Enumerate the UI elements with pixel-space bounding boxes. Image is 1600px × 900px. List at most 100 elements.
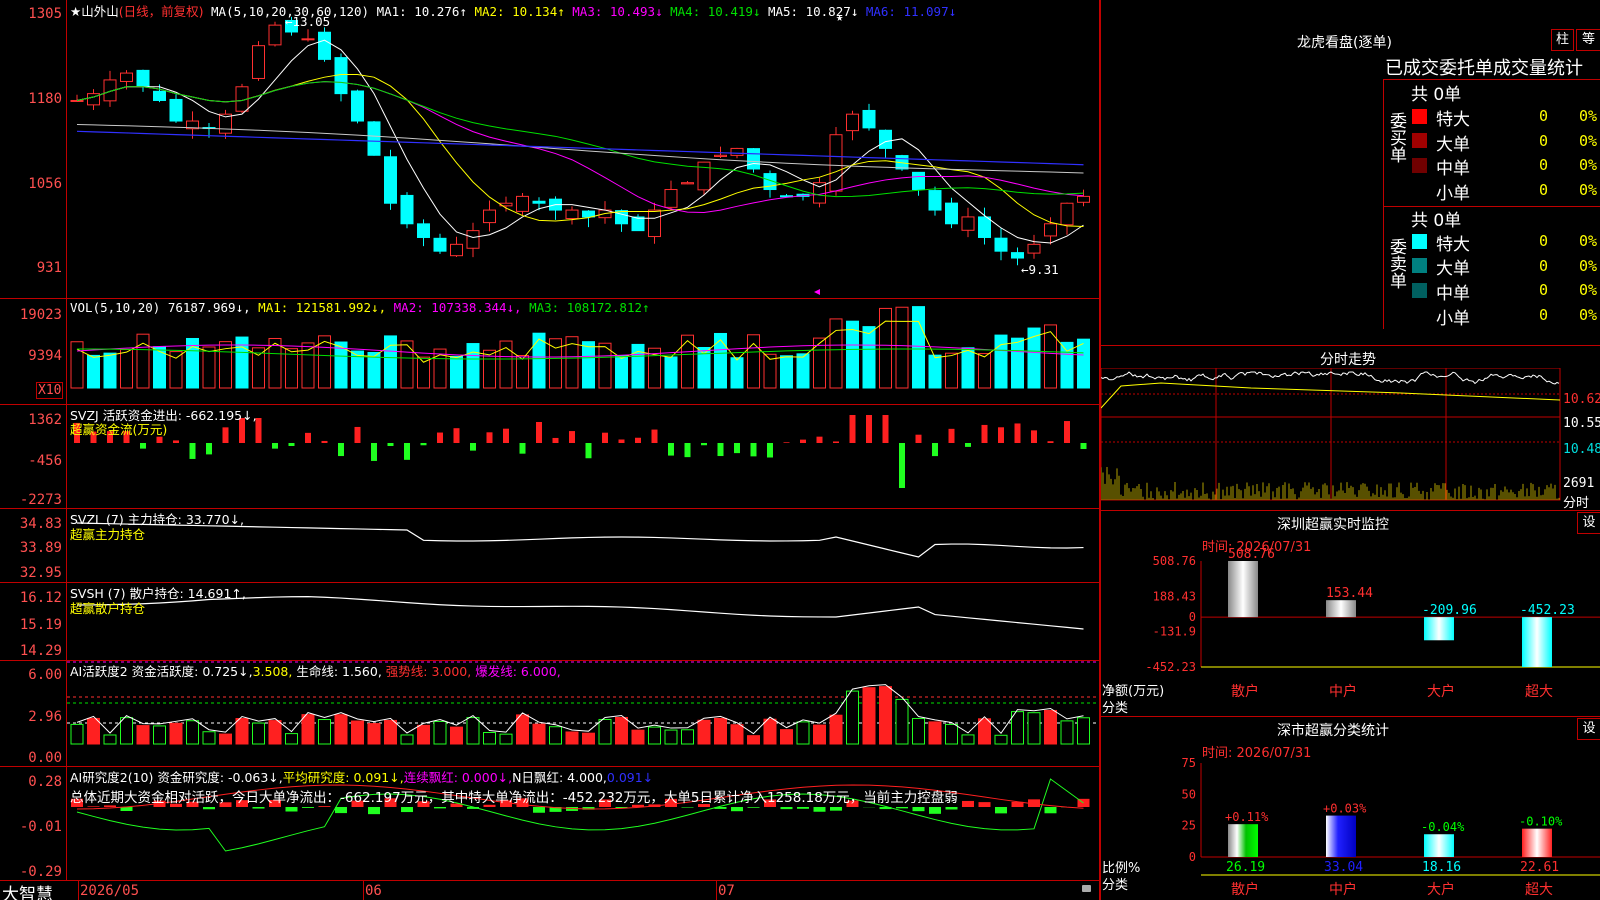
ma6-value: MA6: 11.097↓ — [865, 4, 957, 19]
ai1-tick-3: 0.00 — [28, 750, 62, 766]
candle-body — [829, 134, 843, 192]
svsh-sub: 超赢散户持仓 — [70, 601, 146, 616]
flow-bar — [189, 443, 196, 459]
stock-name[interactable]: ★山外山 — [70, 4, 119, 19]
sz-monitor-settings-button[interactable]: 设 — [1577, 512, 1600, 534]
flow-bar — [222, 427, 229, 443]
sz-monitor-ytick: 0 — [1189, 610, 1196, 624]
intraday-vol-label: 分时 — [1563, 496, 1590, 511]
flow-bar — [404, 443, 410, 460]
volume-bar — [912, 306, 925, 389]
research-bar — [302, 807, 314, 808]
date-tick-2: 06 — [365, 883, 382, 899]
activity-bar — [433, 720, 447, 745]
sell-swatch-1 — [1412, 258, 1427, 273]
intraday-top-line — [1101, 345, 1600, 346]
activity-bar — [697, 719, 711, 745]
sz-class-ytick: 0 — [1189, 850, 1196, 864]
sz-class-ytick: 75 — [1182, 756, 1196, 770]
candle-body — [516, 195, 529, 212]
lock-icon[interactable] — [1082, 885, 1091, 892]
flow-bar — [618, 439, 625, 443]
activity-bar — [895, 698, 909, 745]
flow-bar — [965, 443, 971, 447]
volume-bar — [829, 318, 843, 389]
volume-bar — [103, 352, 117, 389]
activity-bar — [565, 731, 579, 745]
sz-class-change-label: +0.11% — [1225, 810, 1269, 824]
sz-class-settings-button[interactable]: 设 — [1577, 718, 1600, 740]
research-bar — [978, 802, 991, 807]
flow-bar — [387, 443, 394, 447]
research-bar — [285, 807, 298, 812]
research-bar — [962, 800, 974, 807]
flow-bar — [338, 443, 344, 457]
volume-bar — [978, 353, 991, 389]
vol-label: VOL(5,10,20) — [70, 300, 161, 315]
activity-bar — [615, 716, 628, 745]
candle-body — [532, 200, 546, 204]
candle-body — [565, 209, 579, 220]
research-bar — [681, 807, 694, 808]
activity-bar — [202, 731, 216, 745]
sz-class-chart[interactable]: 75 50 25 0 +0.11% 26.19 散户 +0.03% 33.04 中户 -0.04% 1… — [1101, 752, 1600, 900]
candle-body — [747, 148, 760, 170]
flow-bar — [701, 443, 707, 446]
buy-count-0: 0 — [1539, 107, 1549, 125]
activity-bar — [681, 729, 694, 745]
activity-bar — [169, 722, 183, 745]
equal-mode-button[interactable]: 等 — [1576, 29, 1600, 51]
candle-body — [912, 171, 925, 191]
flow-bar — [816, 436, 823, 443]
flow-bar — [998, 427, 1004, 443]
volume-bar — [367, 351, 381, 389]
candle-body — [928, 190, 942, 211]
sz-class-value-label: 18.16 — [1422, 860, 1461, 875]
ai1-tick-1: 6.00 — [28, 667, 62, 683]
dragon-subtitle: 已成交委托单成交量统计 — [1385, 58, 1583, 79]
intraday-chart[interactable] — [1101, 368, 1561, 508]
sz-monitor-chart[interactable]: 508.76 188.43 0-131.9 -452.23 508.76 散户 153.44… — [1101, 548, 1600, 718]
sell-pct-2: 0% — [1579, 281, 1598, 299]
intraday-vol-tick: 2691 — [1563, 476, 1595, 491]
research-bar — [731, 807, 743, 812]
volume-bar — [252, 347, 265, 389]
candle-body — [730, 147, 744, 156]
volume-bar — [87, 354, 100, 389]
buy-swatch-2 — [1412, 158, 1427, 173]
flow-bar — [932, 443, 938, 457]
candle-body — [136, 69, 150, 88]
bar-mode-button[interactable]: 柱 — [1551, 29, 1574, 51]
activity-bar — [466, 717, 480, 745]
vol-unit: X10 — [36, 382, 64, 399]
activity-bar — [103, 734, 117, 745]
activity-bar — [912, 718, 925, 745]
vol-ma3: MA3: 108172.812↑ — [529, 300, 650, 315]
activity-bar — [219, 733, 232, 745]
main-title-row: ★山外山(日线，前复权) MA(5,10,20,30,60,120) MA1: … — [70, 1, 956, 20]
svsh-tick-1: 16.12 — [19, 590, 62, 606]
buy-count-1: 0 — [1539, 132, 1549, 150]
sz-class-ytick: 50 — [1182, 787, 1196, 801]
sz-monitor-value-label: 153.44 — [1326, 586, 1373, 601]
candle-body — [945, 202, 958, 225]
sell-count-3: 0 — [1539, 306, 1549, 324]
period-tag: (日线，前复权) — [118, 4, 204, 19]
volume-bar — [961, 347, 975, 389]
activity-bar — [450, 726, 463, 745]
activity-bar — [120, 717, 133, 745]
volume-bar — [615, 355, 628, 389]
activity-bar — [70, 723, 84, 745]
ai1-life: 生命线: 1.560, — [296, 664, 382, 679]
kline-chart[interactable] — [67, 0, 1099, 298]
flow-bar — [272, 443, 278, 449]
research-bar — [533, 807, 545, 813]
flow-bar — [800, 439, 806, 443]
vol-tick-1: 19023 — [19, 307, 62, 323]
buy-pct-3: 0% — [1579, 181, 1598, 199]
research-bar — [368, 807, 380, 815]
candle-body — [714, 154, 727, 157]
activity-bar — [301, 714, 315, 745]
research-bar — [401, 807, 413, 813]
activity-bar — [879, 686, 892, 745]
